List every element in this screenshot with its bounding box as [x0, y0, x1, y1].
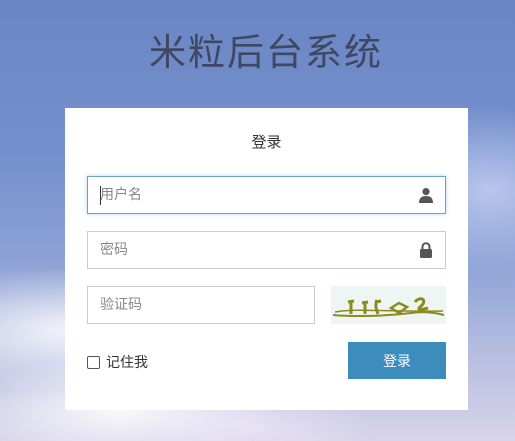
captcha-field[interactable] — [87, 286, 315, 324]
password-input[interactable] — [88, 232, 445, 268]
page-title: 米粒后台系统 — [149, 31, 383, 74]
login-card: 登录 记住我 登录 — [65, 108, 468, 410]
login-button[interactable]: 登录 — [348, 342, 446, 379]
login-heading: 登录 — [251, 133, 282, 151]
captcha-graphic — [332, 297, 445, 318]
captcha-image[interactable] — [331, 286, 446, 324]
remember-label: 记住我 — [106, 355, 148, 371]
remember-checkbox[interactable] — [87, 355, 100, 369]
text-caret — [100, 186, 101, 205]
captcha-input[interactable] — [88, 287, 314, 323]
password-field[interactable] — [87, 231, 446, 269]
lock-icon — [420, 242, 432, 258]
remember-me[interactable]: 记住我 — [87, 351, 148, 373]
username-input[interactable] — [88, 177, 445, 213]
user-icon — [419, 188, 433, 203]
username-field[interactable] — [87, 176, 446, 214]
